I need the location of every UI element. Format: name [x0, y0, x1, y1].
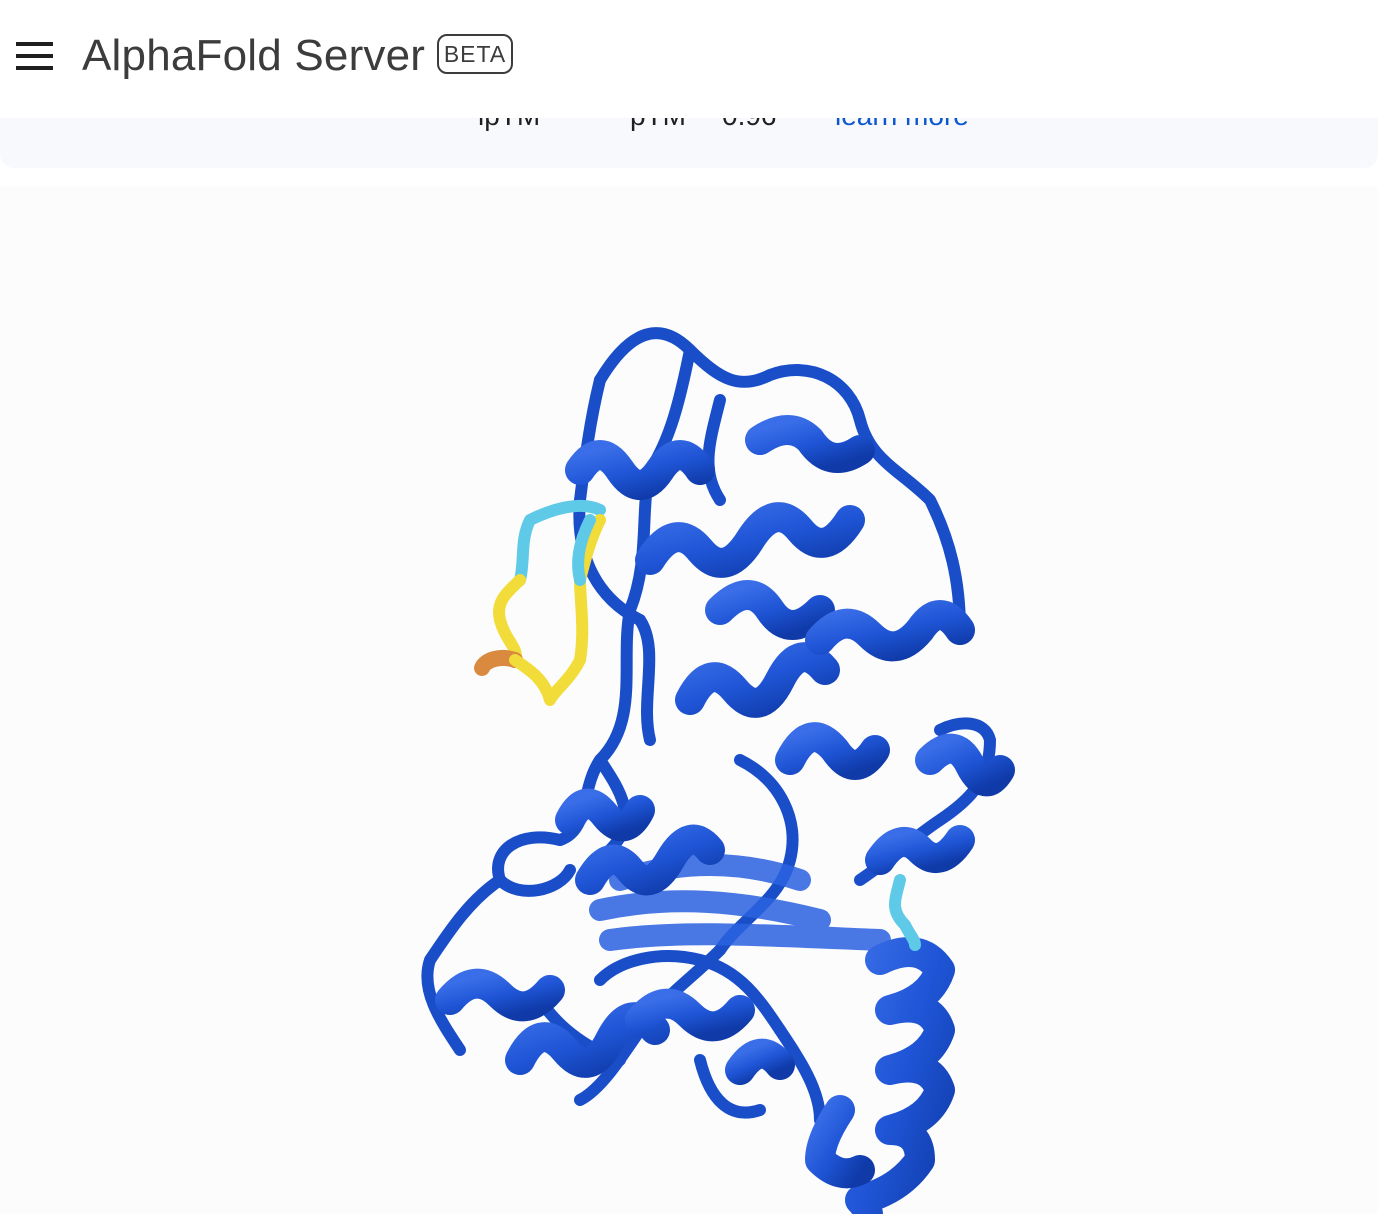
alpha-helices	[435, 415, 1015, 1214]
structure-viewer[interactable]	[0, 186, 1378, 1214]
app-title[interactable]: AlphaFold Server	[82, 28, 425, 84]
low-confidence-loop	[474, 499, 921, 951]
protein-ribbon-structure[interactable]	[0, 186, 1378, 1214]
hamburger-menu-icon[interactable]	[10, 34, 58, 78]
top-app-bar: AlphaFold Server BETA	[0, 0, 1378, 118]
beta-badge: BETA	[437, 34, 513, 74]
